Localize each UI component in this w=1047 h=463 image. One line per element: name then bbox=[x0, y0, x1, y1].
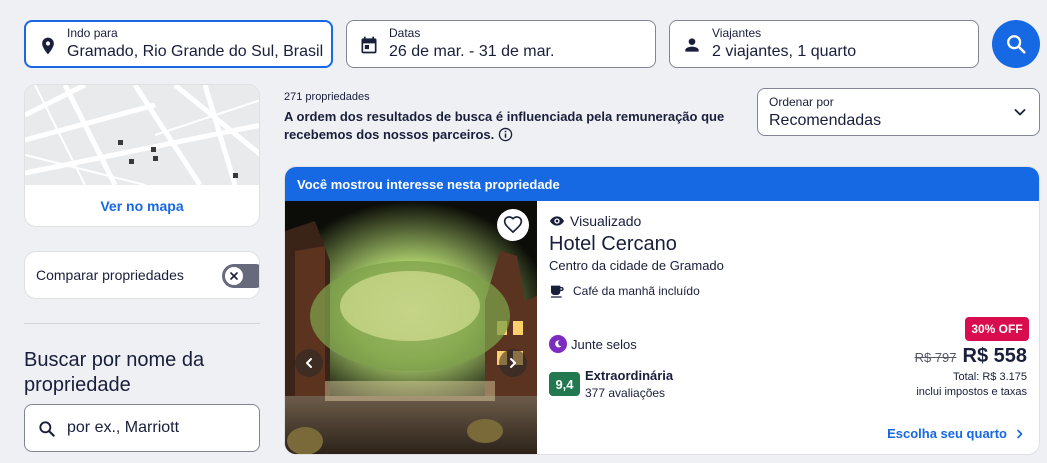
sidebar-divider bbox=[24, 323, 260, 324]
dates-field[interactable]: Datas 26 de mar. - 31 de mar. bbox=[346, 20, 656, 68]
interest-banner: Você mostrou interesse nesta propriedade bbox=[285, 167, 1039, 201]
sort-label: Ordenar por bbox=[769, 95, 834, 109]
dates-label: Datas bbox=[389, 26, 421, 40]
property-name-search-heading: Buscar por nome da propriedade bbox=[24, 349, 205, 396]
travelers-value: 2 viajantes, 1 quarto bbox=[712, 43, 857, 60]
total-price: Total: R$ 3.175 bbox=[953, 371, 1027, 383]
person-icon bbox=[685, 38, 699, 52]
choose-room-link[interactable]: Escolha seu quarto bbox=[887, 426, 1025, 441]
close-icon bbox=[230, 272, 238, 280]
sort-value: Recomendadas bbox=[769, 112, 882, 129]
photo-prev-button[interactable] bbox=[295, 349, 323, 377]
compare-toggle[interactable] bbox=[222, 264, 259, 288]
destination-field[interactable]: Indo para Gramado, Rio Grande do Sul, Br… bbox=[24, 20, 333, 68]
discount-badge: 30% OFF bbox=[965, 317, 1029, 341]
hotel-location: Centro da cidade de Gramado bbox=[549, 258, 724, 273]
dates-value: 26 de mar. - 31 de mar. bbox=[389, 43, 555, 60]
destination-label: Indo para bbox=[67, 26, 118, 40]
price-row: R$ 797 R$ 558 bbox=[915, 345, 1027, 368]
chevron-right-icon bbox=[510, 358, 516, 368]
chevron-left-icon bbox=[306, 358, 312, 368]
loyalty-label: Junte selos bbox=[571, 336, 637, 352]
taxes-note: inclui impostos e taxas bbox=[916, 386, 1027, 398]
ranking-disclaimer: A ordem dos resultados de busca é influe… bbox=[284, 108, 754, 144]
chevron-right-icon bbox=[1017, 429, 1023, 438]
search-icon bbox=[1007, 35, 1026, 54]
breakfast-amenity: Café da manhã incluído bbox=[549, 283, 700, 299]
rating-label: Extraordinária bbox=[585, 368, 674, 383]
property-name-search[interactable] bbox=[24, 404, 260, 452]
loyalty-stamps: Junte selos bbox=[549, 335, 637, 353]
compare-properties-card: Comparar propriedades bbox=[24, 251, 260, 299]
toggle-knob bbox=[225, 267, 243, 285]
viewed-indicator: Visualizado bbox=[549, 213, 641, 229]
compare-properties-label: Comparar propriedades bbox=[36, 267, 184, 283]
search-button[interactable] bbox=[992, 20, 1040, 68]
amenity-label: Café da manhã incluído bbox=[573, 284, 700, 298]
property-name-input[interactable] bbox=[67, 417, 247, 439]
view-on-map-link[interactable]: Ver no mapa bbox=[25, 198, 259, 214]
heart-icon bbox=[503, 216, 523, 234]
info-icon[interactable] bbox=[498, 127, 513, 142]
eye-icon bbox=[550, 216, 564, 226]
original-price: R$ 797 bbox=[914, 350, 957, 365]
hotel-night-photo bbox=[285, 201, 537, 454]
hotel-name[interactable]: Hotel Cercano bbox=[549, 233, 677, 256]
viewed-label: Visualizado bbox=[570, 213, 642, 229]
review-count: 377 avaliações bbox=[585, 386, 666, 400]
location-pin-icon bbox=[42, 37, 54, 55]
property-photo[interactable] bbox=[285, 201, 537, 454]
sort-select[interactable]: Ordenar por Recomendadas bbox=[757, 88, 1040, 136]
favorite-button[interactable] bbox=[497, 209, 529, 241]
photo-next-button[interactable] bbox=[499, 349, 527, 377]
search-icon bbox=[39, 421, 55, 437]
property-card[interactable]: Você mostrou interesse nesta propriedade bbox=[284, 166, 1040, 455]
travelers-label: Viajantes bbox=[712, 26, 762, 40]
price-total: Total: R$ 3.175 inclui impostos e taxas bbox=[916, 370, 1027, 400]
destination-value: Gramado, Rio Grande do Sul, Brasil bbox=[67, 43, 324, 60]
choose-room-label: Escolha seu quarto bbox=[887, 426, 1007, 441]
current-price: R$ 558 bbox=[962, 345, 1028, 367]
coffee-cup-icon bbox=[551, 285, 564, 298]
map-card[interactable]: Ver no mapa bbox=[24, 84, 260, 227]
rating-score: 9,4 bbox=[549, 372, 580, 396]
travelers-field[interactable]: Viajantes 2 viajantes, 1 quarto bbox=[669, 20, 979, 68]
map-thumbnail[interactable] bbox=[25, 85, 260, 185]
chevron-down-icon bbox=[1014, 109, 1026, 116]
loyalty-stamp-icon bbox=[549, 335, 567, 353]
calendar-icon bbox=[361, 36, 377, 54]
results-count: 271 propriedades bbox=[284, 91, 370, 103]
